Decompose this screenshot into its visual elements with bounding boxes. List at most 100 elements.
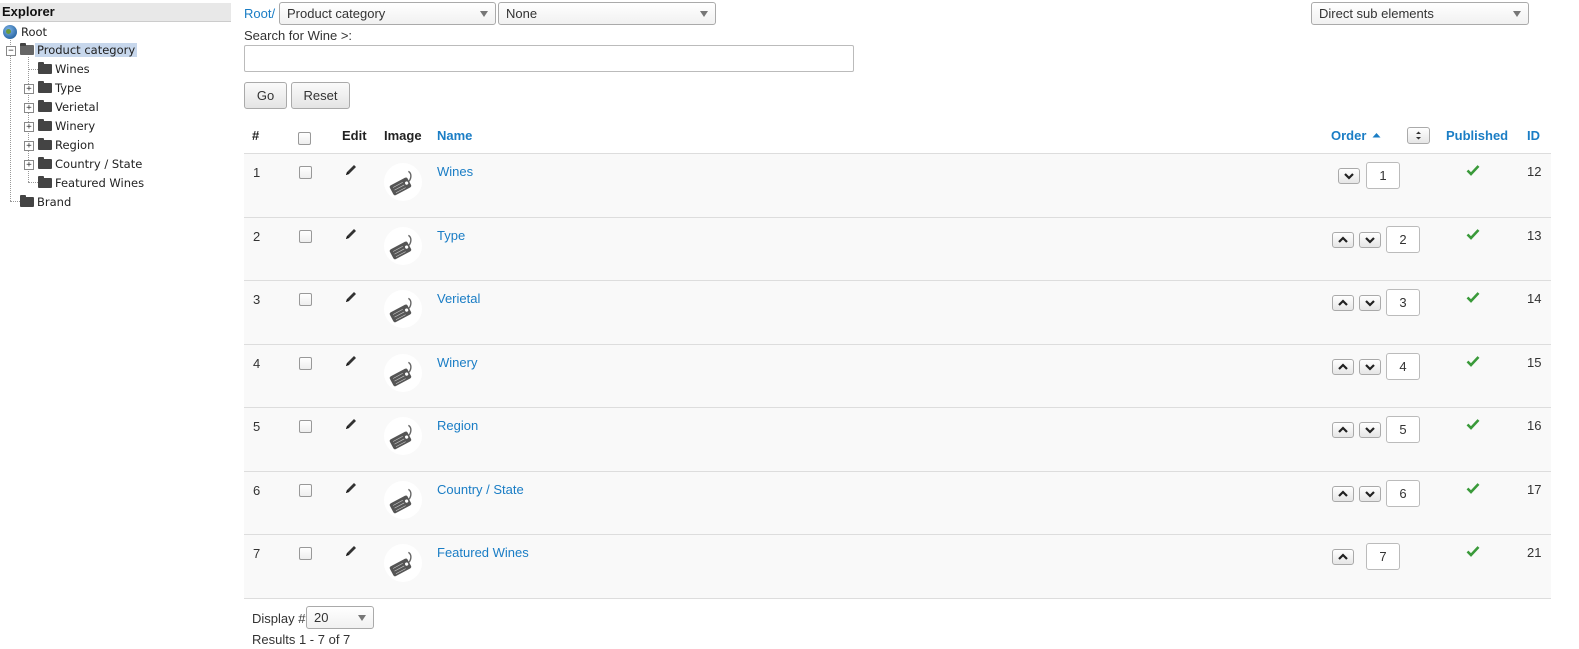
order-input[interactable]: 6 — [1386, 480, 1420, 507]
row-id: 12 — [1527, 164, 1542, 179]
search-input[interactable] — [244, 45, 854, 72]
category-name-link[interactable]: Winery — [437, 355, 477, 370]
tree-node-root[interactable]: Root — [3, 24, 49, 40]
wine-tag-icon — [385, 355, 421, 391]
table-row: 4 Winery 4 15 — [244, 344, 1551, 408]
expand-icon[interactable]: + — [24, 122, 34, 132]
category-select[interactable]: Product category — [279, 2, 496, 25]
expand-icon[interactable]: + — [24, 160, 34, 170]
folder-icon — [38, 119, 52, 131]
published-check-icon[interactable] — [1466, 291, 1480, 306]
order-input[interactable]: 4 — [1386, 353, 1420, 380]
move-up-button[interactable] — [1332, 295, 1354, 311]
move-up-button[interactable] — [1332, 359, 1354, 375]
row-checkbox[interactable] — [299, 230, 312, 243]
row-checkbox[interactable] — [299, 484, 312, 497]
select-all-checkbox[interactable] — [298, 132, 311, 145]
edit-pencil-icon[interactable] — [344, 544, 358, 558]
wine-tag-icon — [385, 164, 421, 200]
category-name-link[interactable]: Featured Wines — [437, 545, 529, 560]
published-check-icon[interactable] — [1466, 482, 1480, 497]
wine-tag-icon — [385, 545, 421, 581]
row-number: 6 — [253, 483, 261, 498]
search-label: Search for Wine >: — [244, 28, 353, 43]
tree-node-product-category[interactable]: Product category — [20, 42, 138, 58]
col-header-id[interactable]: ID — [1527, 128, 1540, 144]
edit-pencil-icon[interactable] — [344, 290, 358, 304]
published-check-icon[interactable] — [1466, 355, 1480, 370]
reset-button[interactable]: Reset — [291, 82, 350, 109]
move-down-button[interactable] — [1359, 295, 1381, 311]
tree-node-region[interactable]: Region — [38, 137, 96, 153]
tree-node-featured-wines[interactable]: Featured Wines — [38, 175, 146, 191]
move-up-button[interactable] — [1332, 422, 1354, 438]
go-button[interactable]: Go — [244, 82, 287, 109]
table-row: 7 Featured Wines 7 21 — [244, 534, 1551, 598]
published-check-icon[interactable] — [1466, 418, 1480, 433]
order-input[interactable]: 7 — [1366, 543, 1400, 570]
col-header-num: # — [252, 128, 260, 143]
folder-icon — [20, 195, 34, 207]
row-checkbox[interactable] — [299, 420, 312, 433]
row-checkbox[interactable] — [299, 293, 312, 306]
published-check-icon[interactable] — [1466, 164, 1480, 179]
globe-icon — [3, 25, 17, 39]
category-name-link[interactable]: Country / State — [437, 482, 524, 497]
dropdown-caret-icon — [358, 615, 366, 621]
row-checkbox[interactable] — [299, 357, 312, 370]
edit-pencil-icon[interactable] — [344, 481, 358, 495]
scope-select[interactable]: Direct sub elements — [1311, 2, 1529, 25]
col-header-order[interactable]: Order — [1331, 128, 1381, 144]
tree-node-brand[interactable]: Brand — [20, 194, 73, 210]
order-input[interactable]: 1 — [1366, 162, 1400, 189]
tree-line — [28, 182, 38, 183]
edit-pencil-icon[interactable] — [344, 417, 358, 431]
subcategory-select[interactable]: None — [498, 2, 716, 25]
move-up-button[interactable] — [1332, 232, 1354, 248]
save-order-button[interactable] — [1407, 127, 1430, 144]
category-thumbnail-image — [384, 481, 422, 519]
edit-pencil-icon[interactable] — [344, 354, 358, 368]
order-input[interactable]: 5 — [1386, 416, 1420, 443]
category-name-link[interactable]: Wines — [437, 164, 473, 179]
tree-node-verietal[interactable]: Verietal — [38, 99, 101, 115]
move-down-button[interactable] — [1359, 422, 1381, 438]
folder-icon — [38, 138, 52, 150]
category-name-link[interactable]: Type — [437, 228, 465, 243]
expand-icon[interactable]: + — [24, 103, 34, 113]
wine-tag-icon — [385, 482, 421, 518]
published-check-icon[interactable] — [1466, 545, 1480, 560]
tree-node-type[interactable]: Type — [38, 80, 83, 96]
order-input[interactable]: 2 — [1386, 226, 1420, 253]
tree-line — [28, 69, 38, 70]
tree-node-country-state[interactable]: Country / State — [38, 156, 144, 172]
col-header-name[interactable]: Name — [437, 128, 472, 144]
move-up-button[interactable] — [1332, 549, 1354, 565]
table-row: 2 Type 2 13 — [244, 217, 1551, 281]
published-check-icon[interactable] — [1466, 228, 1480, 243]
edit-pencil-icon[interactable] — [344, 227, 358, 241]
breadcrumb-root-link[interactable]: Root/ — [244, 6, 275, 21]
move-down-button[interactable] — [1359, 486, 1381, 502]
folder-open-icon — [20, 43, 34, 55]
row-checkbox[interactable] — [299, 166, 312, 179]
col-header-published[interactable]: Published — [1446, 128, 1508, 144]
tree-node-wines[interactable]: Wines — [38, 61, 92, 77]
category-name-link[interactable]: Region — [437, 418, 478, 433]
move-up-button[interactable] — [1332, 486, 1354, 502]
row-checkbox[interactable] — [299, 547, 312, 560]
move-down-button[interactable] — [1359, 232, 1381, 248]
row-id: 15 — [1527, 355, 1542, 370]
tree-node-winery[interactable]: Winery — [38, 118, 97, 134]
edit-pencil-icon[interactable] — [344, 163, 358, 177]
tree-line — [10, 40, 11, 201]
table-row: 5 Region 5 16 — [244, 407, 1551, 471]
move-down-button[interactable] — [1338, 168, 1360, 184]
collapse-icon[interactable]: − — [6, 46, 16, 56]
display-count-select[interactable]: 20 — [306, 606, 374, 629]
category-name-link[interactable]: Verietal — [437, 291, 480, 306]
expand-icon[interactable]: + — [24, 141, 34, 151]
order-input[interactable]: 3 — [1386, 289, 1420, 316]
move-down-button[interactable] — [1359, 359, 1381, 375]
expand-icon[interactable]: + — [24, 84, 34, 94]
